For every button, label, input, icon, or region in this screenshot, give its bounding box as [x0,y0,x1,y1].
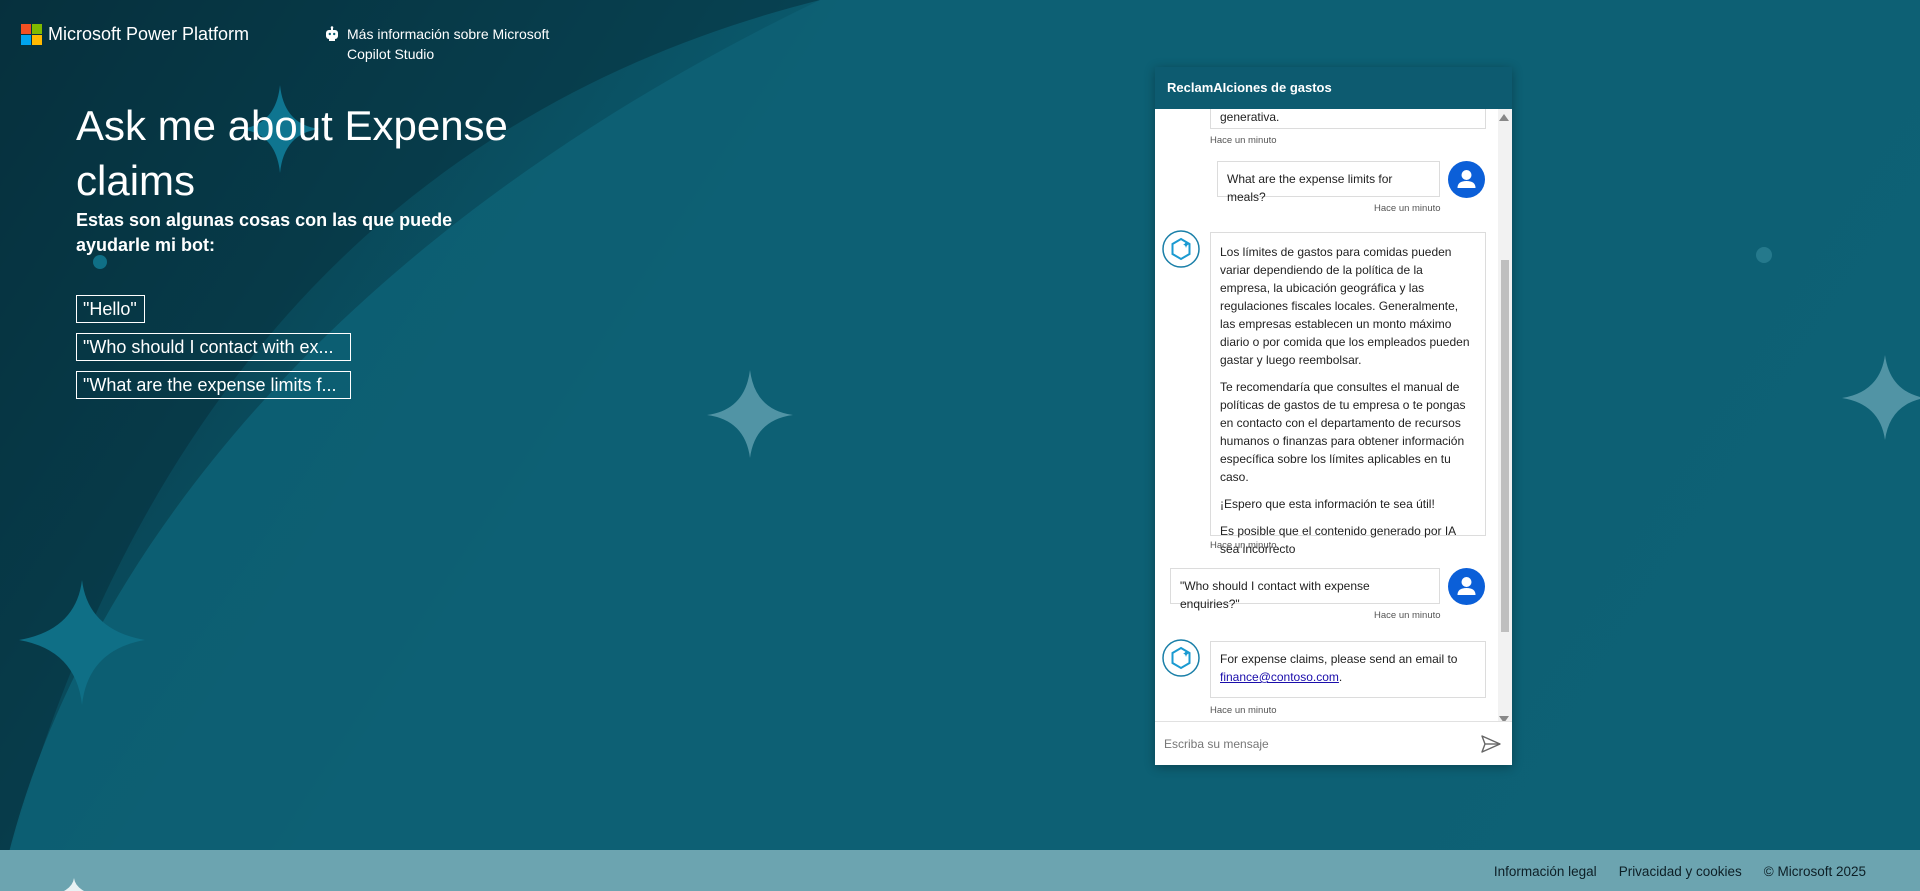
user-avatar [1448,568,1485,605]
bot-icon [326,26,338,41]
bot-message: For expense claims, please send an email… [1210,641,1486,698]
learn-more-link[interactable]: Más información sobre Microsoft Copilot … [325,24,555,64]
message-paragraph: Te recomendaría que consultes el manual … [1220,380,1466,484]
privacy-link[interactable]: Privacidad y cookies [1619,864,1742,879]
copyright: © Microsoft 2025 [1763,864,1866,879]
copilot-icon [1162,639,1200,677]
message-text-end: . [1338,670,1343,684]
timestamp: Hace un minuto [1374,610,1441,621]
message-text: What are the expense limits for meals? [1227,172,1393,204]
user-message: What are the expense limits for meals? [1217,161,1440,204]
timestamp: Hace un minuto [1210,705,1277,716]
chat-transcript[interactable]: generativa. Hace un minuto What are the … [1155,109,1512,721]
bot-message: Los límites de gastos para comidas puede… [1210,232,1486,556]
message-paragraph: Los límites de gastos para comidas puede… [1220,245,1470,367]
user-message: "Who should I contact with expense enqui… [1170,568,1440,611]
message-input[interactable] [1164,734,1464,754]
message-text: "Who should I contact with expense enqui… [1180,579,1370,611]
suggestion-contact[interactable]: "Who should I contact with ex... [76,333,351,361]
send-icon[interactable] [1480,734,1502,754]
legal-link[interactable]: Información legal [1494,864,1597,879]
brand[interactable]: Microsoft Power Platform [21,22,249,46]
chat-input-bar [1155,721,1512,765]
message-text: For expense claims, please send an email… [1220,652,1458,666]
brand-name: Microsoft Power Platform [48,23,250,44]
user-avatar [1448,161,1485,198]
chat-window: ReclamAIciones de gastos generativa. Hac… [1155,67,1512,765]
timestamp: Hace un minuto [1210,135,1277,146]
chat-title: ReclamAIciones de gastos [1155,67,1512,109]
suggestion-hello[interactable]: "Hello" [76,295,145,323]
timestamp: Hace un minuto [1374,203,1441,214]
bot-message: generativa. [1210,109,1486,129]
timestamp: Hace un minuto [1210,540,1277,551]
copilot-icon [1162,230,1200,268]
page-title: Ask me about Expense claims [76,102,508,204]
bot-avatar [1162,230,1200,268]
scrollbar-thumb[interactable] [1501,260,1509,632]
email-link[interactable]: finance@contoso.com [1220,670,1339,684]
scroll-up-arrow-icon[interactable] [1499,114,1509,121]
suggestion-limits[interactable]: "What are the expense limits f... [76,371,351,399]
footer: Información legal Privacidad y cookies ©… [0,850,1920,891]
sparkle-icon [64,878,84,891]
microsoft-logo-icon [21,23,42,45]
person-icon [1457,170,1476,188]
bot-avatar [1162,639,1200,677]
message-text: generativa. [1220,110,1280,124]
message-paragraph: ¡Espero que esta información te sea útil… [1220,497,1435,511]
page-subtitle: Estas son algunas cosas con las que pued… [76,210,453,255]
learn-more-text: Más información sobre Microsoft Copilot … [347,26,550,62]
person-icon [1457,577,1476,595]
